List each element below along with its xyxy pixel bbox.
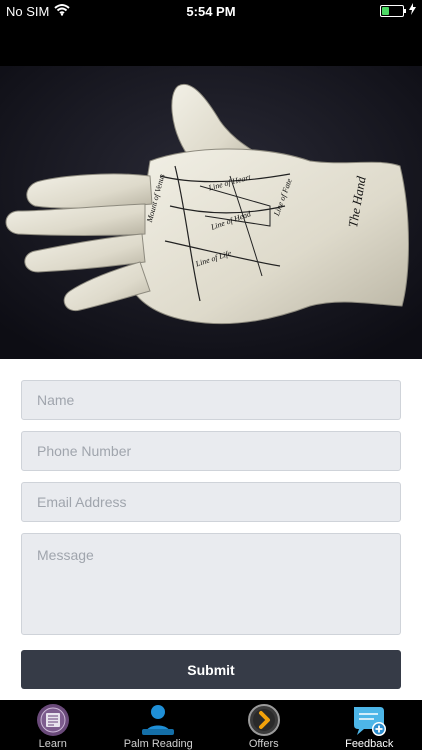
feedback-form: Submit <box>21 380 401 689</box>
tab-learn[interactable]: Learn <box>0 700 106 750</box>
navigation-bar <box>0 22 422 66</box>
message-textarea[interactable] <box>21 533 401 635</box>
submit-button[interactable]: Submit <box>21 650 401 689</box>
tab-label-learn: Learn <box>38 738 67 750</box>
chevron-right-icon <box>247 703 281 740</box>
tab-offers[interactable]: Offers <box>211 700 317 750</box>
tab-bar: Learn Palm Reading Offers Feedback <box>0 700 422 750</box>
email-address-input[interactable] <box>21 482 401 522</box>
palm-text-mount: Mount of Venus <box>145 172 167 224</box>
phone-number-input[interactable] <box>21 431 401 471</box>
chat-bubble-plus-icon <box>350 703 388 740</box>
name-input[interactable] <box>21 380 401 420</box>
palm-reader-icon <box>140 703 176 740</box>
palm-text-line-4: Line of Fate <box>272 177 294 218</box>
battery-icon <box>380 5 406 17</box>
charging-icon <box>409 3 416 18</box>
book-icon <box>36 703 70 740</box>
palm-text-line-2: Line of Head <box>209 209 253 232</box>
palmistry-hand-image: The Hand Line of Heart Line of Head Line… <box>0 66 422 359</box>
tab-palm-reading[interactable]: Palm Reading <box>106 700 212 750</box>
palm-text-line-3: Line of Life <box>194 248 233 269</box>
tab-label-offers: Offers <box>248 738 279 750</box>
palm-text-title: The Hand <box>345 175 369 229</box>
tab-label-feedback: Feedback <box>345 738 394 750</box>
status-bar: No SIM 5:54 PM <box>0 0 422 22</box>
tab-label-palm-reading: Palm Reading <box>123 738 193 750</box>
tab-feedback[interactable]: Feedback <box>317 700 422 750</box>
clock: 5:54 PM <box>186 4 236 19</box>
palm-text-line-1: Line of Heart <box>207 172 252 193</box>
palm-inscriptions: The Hand Line of Heart Line of Head Line… <box>0 66 422 359</box>
